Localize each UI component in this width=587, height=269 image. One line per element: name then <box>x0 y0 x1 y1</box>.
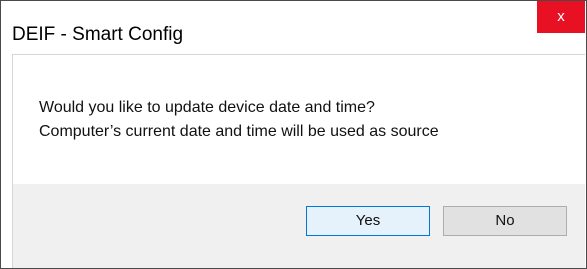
close-icon: x <box>557 8 565 25</box>
dialog-window: DEIF - Smart Config x Would you like to … <box>0 0 587 269</box>
content-frame: Would you like to update device date and… <box>12 54 585 268</box>
message-text-line-2: Computer’s current date and time will be… <box>39 123 439 140</box>
yes-button[interactable]: Yes <box>306 206 430 236</box>
close-button[interactable]: x <box>537 1 585 33</box>
no-button[interactable]: No <box>443 206 567 236</box>
button-bar: Yes No <box>13 184 585 268</box>
message-area: Would you like to update device date and… <box>13 55 585 184</box>
window-title: DEIF - Smart Config <box>12 24 184 45</box>
message-text-line-1: Would you like to update device date and… <box>39 99 375 116</box>
title-bar: DEIF - Smart Config x <box>1 1 586 45</box>
